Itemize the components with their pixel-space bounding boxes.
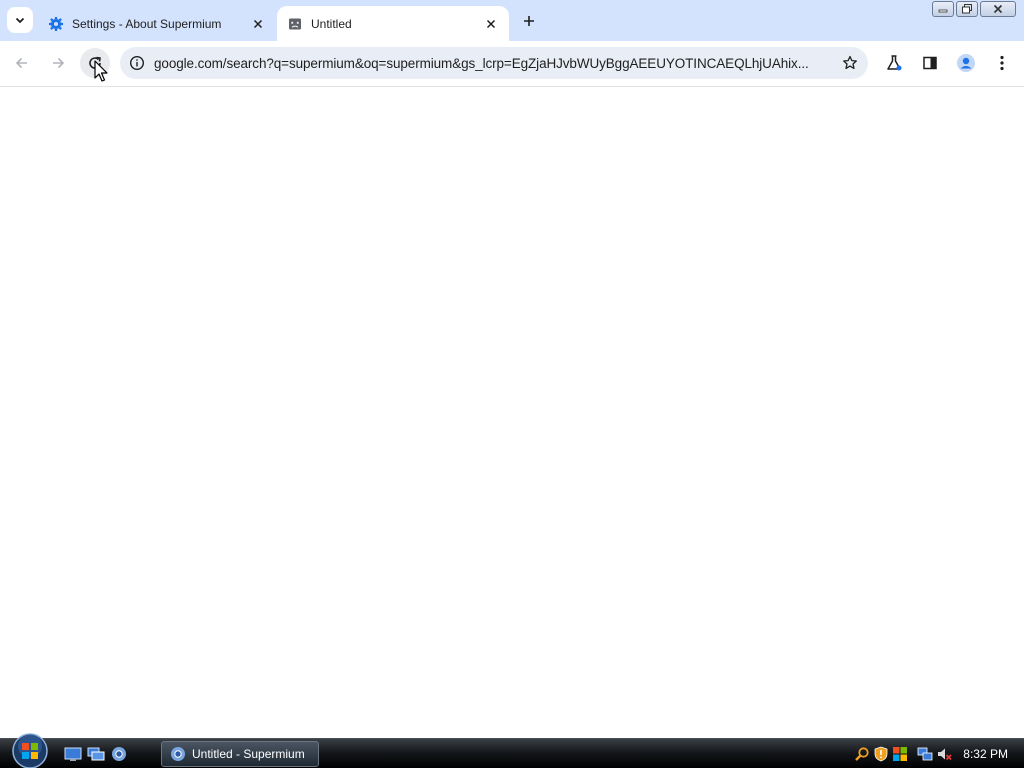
broken-page-icon xyxy=(287,16,303,32)
site-info-icon[interactable] xyxy=(120,47,154,79)
window-controls xyxy=(932,1,1016,17)
tab-untitled[interactable]: Untitled xyxy=(277,6,509,41)
browser-toolbar: google.com/search?q=supermium&oq=supermi… xyxy=(0,41,1024,87)
gear-icon xyxy=(48,16,64,32)
taskbar: Untitled - Supermium 8:32 PM xyxy=(0,733,1024,768)
forward-button[interactable] xyxy=(43,48,73,78)
tab-title: Settings - About Supermium xyxy=(72,16,222,31)
close-tab-icon[interactable] xyxy=(250,16,266,32)
close-tab-icon[interactable] xyxy=(483,16,499,32)
new-tab-button[interactable] xyxy=(518,10,540,32)
close-icon xyxy=(993,4,1003,14)
volume-muted-icon[interactable] xyxy=(936,746,952,762)
flask-icon xyxy=(887,55,902,71)
desktop-icon xyxy=(64,747,82,761)
plus-icon xyxy=(524,16,534,26)
search-icon[interactable] xyxy=(854,746,870,762)
address-url[interactable]: google.com/search?q=supermium&oq=supermi… xyxy=(154,56,832,71)
network-icon[interactable] xyxy=(917,746,933,762)
more-vertical-icon xyxy=(1000,55,1004,71)
chevron-down-icon xyxy=(15,17,25,24)
arrow-right-icon xyxy=(53,57,65,69)
page-content[interactable] xyxy=(0,88,1024,738)
labs-button[interactable] xyxy=(879,48,909,78)
tab-strip: Settings - About Supermium Untitled xyxy=(0,0,1024,41)
shield-icon[interactable] xyxy=(873,746,889,762)
side-panel-icon xyxy=(923,56,937,70)
address-bar[interactable]: google.com/search?q=supermium&oq=supermi… xyxy=(120,47,868,79)
profile-button[interactable] xyxy=(951,48,981,78)
restore-button[interactable] xyxy=(956,1,978,17)
tab-search-button[interactable] xyxy=(7,7,33,33)
avatar-icon xyxy=(957,54,975,72)
mouse-cursor-icon xyxy=(94,60,108,82)
arrow-left-icon xyxy=(15,57,27,69)
restore-icon xyxy=(962,4,972,14)
supermium-icon xyxy=(112,747,126,761)
system-clock[interactable]: 8:32 PM xyxy=(963,747,1008,761)
windows-logo-icon xyxy=(12,733,48,768)
show-desktop-button[interactable] xyxy=(64,746,82,762)
taskbar-item-supermium[interactable]: Untitled - Supermium xyxy=(161,741,319,767)
start-button[interactable] xyxy=(9,733,51,768)
minimize-button[interactable] xyxy=(932,1,954,17)
side-panel-button[interactable] xyxy=(915,48,945,78)
tab-settings[interactable]: Settings - About Supermium xyxy=(38,6,276,41)
menu-button[interactable] xyxy=(987,48,1017,78)
switch-windows-icon xyxy=(87,747,105,761)
supermium-icon xyxy=(171,747,185,761)
windows-flag-icon[interactable] xyxy=(892,746,908,762)
quick-launch-supermium[interactable] xyxy=(110,746,128,762)
tab-title: Untitled xyxy=(311,16,352,31)
back-button[interactable] xyxy=(7,48,37,78)
system-tray: 8:32 PM xyxy=(854,739,1024,768)
minimize-icon xyxy=(938,9,948,13)
close-window-button[interactable] xyxy=(980,1,1016,17)
switch-windows-button[interactable] xyxy=(87,746,105,762)
bookmark-star-icon[interactable] xyxy=(832,47,868,79)
taskbar-item-label: Untitled - Supermium xyxy=(192,747,305,761)
